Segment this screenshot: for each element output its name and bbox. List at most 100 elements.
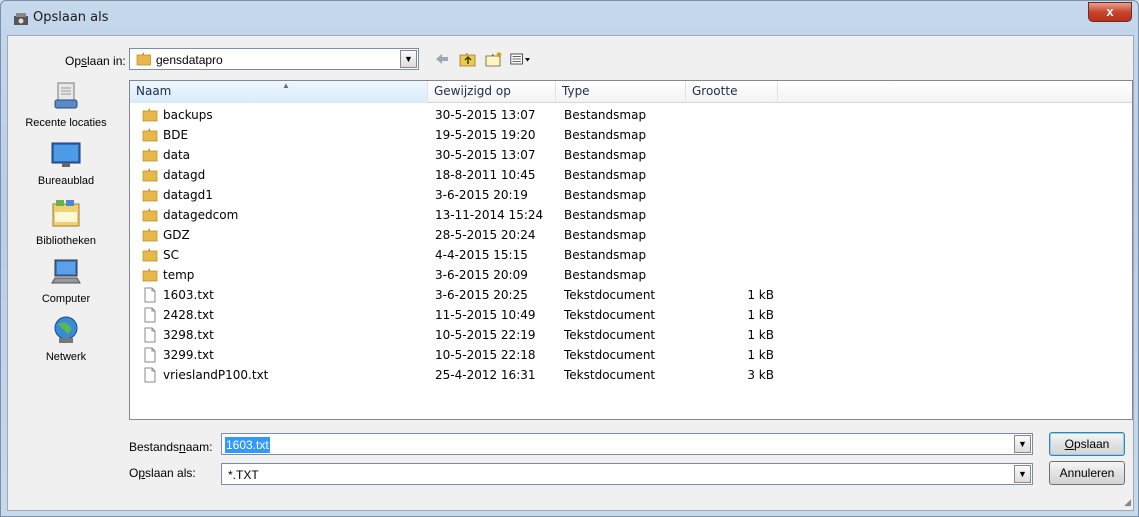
file-row[interactable]: 1603.txt 3-6-2015 20:25 Tekstdocument 1 kB <box>130 285 1132 305</box>
file-type: Tekstdocument <box>564 368 656 382</box>
close-button[interactable]: x <box>1088 2 1132 22</box>
file-size: 1 kB <box>747 348 774 362</box>
file-date: 3-6-2015 20:09 <box>435 268 528 282</box>
resize-grip[interactable]: ◢ <box>1124 497 1131 508</box>
column-header-type[interactable]: Type <box>556 81 686 103</box>
place-network[interactable]: Netwerk <box>8 314 124 363</box>
file-name: datagd1 <box>163 188 213 202</box>
title-bar[interactable]: Opslaan als x <box>1 1 1138 35</box>
column-header-name[interactable]: Naam <box>130 81 428 103</box>
file-size: 1 kB <box>747 308 774 322</box>
file-row[interactable]: GDZ 28-5-2015 20:24 Bestandsmap <box>130 225 1132 245</box>
file-name: BDE <box>163 128 189 142</box>
text-file-icon <box>142 307 158 323</box>
column-header-size[interactable]: Grootte <box>686 81 778 103</box>
sort-ascending-icon: ▲ <box>282 81 290 90</box>
place-label: Bibliotheken <box>36 235 96 247</box>
file-row[interactable]: datagd 18-8-2011 10:45 Bestandsmap <box>130 165 1132 185</box>
lookin-dropdown[interactable]: gensdatapro ▼ <box>129 48 419 70</box>
file-type: Bestandsmap <box>564 208 647 222</box>
place-computer[interactable]: Computer <box>8 256 124 305</box>
folder-icon <box>142 147 158 163</box>
folder-icon <box>136 51 152 69</box>
file-size: 3 kB <box>747 368 774 382</box>
file-row[interactable]: backups 30-5-2015 13:07 Bestandsmap <box>130 105 1132 125</box>
chevron-down-icon[interactable]: ▼ <box>1014 465 1031 483</box>
file-row[interactable]: datagd1 3-6-2015 20:19 Bestandsmap <box>130 185 1132 205</box>
cancel-button[interactable]: Annuleren <box>1049 461 1125 485</box>
file-date: 10-5-2015 22:18 <box>435 348 536 362</box>
new-folder-icon[interactable] <box>484 50 504 68</box>
back-arrow-icon[interactable] <box>432 50 452 68</box>
app-icon <box>13 11 29 27</box>
file-date: 11-5-2015 10:49 <box>435 308 536 322</box>
file-list[interactable]: Naam ▲ Gewijzigd op Type Grootte backups… <box>129 80 1133 420</box>
places-bar: Recente locaties Bureaublad Bibliotheken… <box>8 80 124 420</box>
computer-icon <box>51 259 81 284</box>
file-type: Bestandsmap <box>564 248 647 262</box>
text-file-icon <box>142 367 158 383</box>
folder-icon <box>142 267 158 283</box>
file-type: Tekstdocument <box>564 308 656 322</box>
folder-icon <box>142 247 158 263</box>
filetype-dropdown[interactable]: *.TXT ▼ <box>221 463 1033 485</box>
chevron-down-icon[interactable]: ▼ <box>400 50 417 68</box>
place-libraries[interactable]: Bibliotheken <box>8 196 124 247</box>
filetype-value: *.TXT <box>228 468 259 482</box>
chevron-down-icon[interactable]: ▼ <box>1014 435 1031 453</box>
column-header-date[interactable]: Gewijzigd op <box>428 81 556 103</box>
desktop-icon <box>51 142 81 167</box>
libraries-icon <box>52 200 80 227</box>
folder-icon <box>142 127 158 143</box>
lookin-value: gensdatapro <box>156 53 223 67</box>
file-name: vrieslandP100.txt <box>163 368 269 382</box>
file-row[interactable]: vrieslandP100.txt 25-4-2012 16:31 Tekstdoc… <box>130 365 1132 385</box>
place-label: Computer <box>41 293 91 305</box>
up-folder-icon[interactable] <box>458 50 478 68</box>
file-name: 2428.txt <box>163 308 214 322</box>
file-type: Bestandsmap <box>564 148 647 162</box>
filename-value: 1603.txt <box>225 437 270 453</box>
file-row[interactable]: 3299.txt 10-5-2015 22:18 Tekstdocument 1 kB <box>130 345 1132 365</box>
file-name: datagd <box>163 168 206 182</box>
filename-input[interactable]: 1603.txt ▼ <box>221 433 1033 455</box>
place-desktop[interactable]: Bureaublad <box>8 140 124 187</box>
file-row[interactable]: 3298.txt 10-5-2015 22:19 Tekstdocument 1 kB <box>130 325 1132 345</box>
filetype-label: Opslaan als: <box>129 466 196 480</box>
file-date: 30-5-2015 13:07 <box>435 148 536 162</box>
file-name: 3298.txt <box>163 328 214 342</box>
file-row[interactable]: temp 3-6-2015 20:09 Bestandsmap <box>130 265 1132 285</box>
folder-icon <box>142 187 158 203</box>
save-button[interactable]: Opslaan <box>1049 432 1125 456</box>
file-name: datagedcom <box>163 208 239 222</box>
file-row[interactable]: datagedcom 13-11-2014 15:24 Bestandsmap <box>130 205 1132 225</box>
place-recent[interactable]: Recente locaties <box>8 80 124 129</box>
column-header: Naam ▲ Gewijzigd op Type Grootte <box>130 81 1132 103</box>
dialog-body: Opslaan in: gensdatapro ▼ Recente locati… <box>7 35 1134 511</box>
file-type: Bestandsmap <box>564 188 647 202</box>
file-row[interactable]: BDE 19-5-2015 19:20 Bestandsmap <box>130 125 1132 145</box>
file-type: Tekstdocument <box>564 348 656 362</box>
file-row[interactable]: SC 4-4-2015 15:15 Bestandsmap <box>130 245 1132 265</box>
file-type: Bestandsmap <box>564 168 647 182</box>
file-name: 3299.txt <box>163 348 214 362</box>
text-file-icon <box>142 347 158 363</box>
file-row[interactable]: 2428.txt 11-5-2015 10:49 Tekstdocument 1 kB <box>130 305 1132 325</box>
text-file-icon <box>142 287 158 303</box>
folder-icon <box>142 107 158 123</box>
folder-icon <box>142 167 158 183</box>
file-type: Tekstdocument <box>564 288 656 302</box>
file-date: 28-5-2015 20:24 <box>435 228 536 242</box>
place-label: Netwerk <box>45 351 87 363</box>
place-label: Recente locaties <box>25 117 107 129</box>
network-icon <box>54 316 78 343</box>
file-type: Bestandsmap <box>564 108 647 122</box>
file-name: 1603.txt <box>163 288 214 302</box>
file-row[interactable]: data 30-5-2015 13:07 Bestandsmap <box>130 145 1132 165</box>
place-label: Bureaublad <box>37 175 95 187</box>
folder-icon <box>142 227 158 243</box>
view-menu-icon[interactable] <box>510 50 530 68</box>
recent-places-icon <box>54 82 78 109</box>
text-file-icon <box>142 327 158 343</box>
file-type: Bestandsmap <box>564 228 647 242</box>
